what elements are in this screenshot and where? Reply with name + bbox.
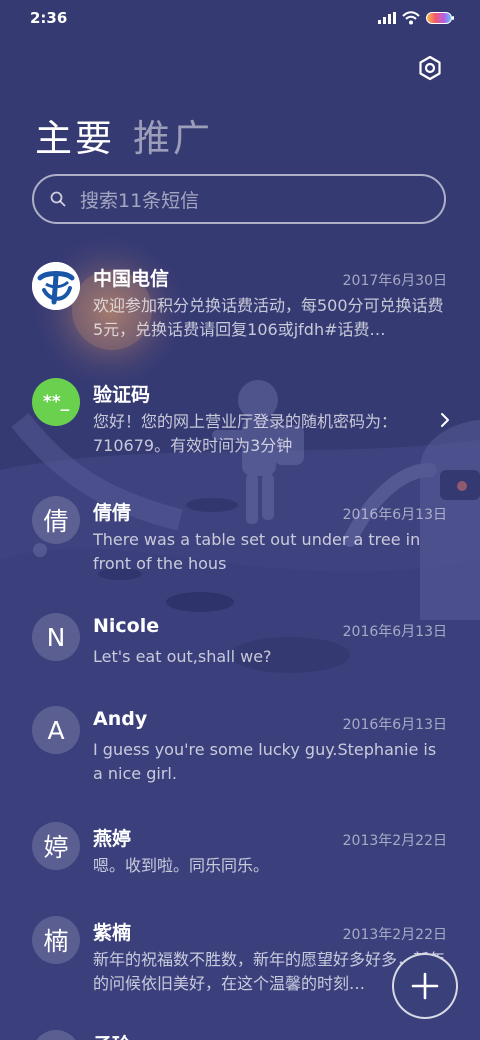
- status-time: 2:36: [30, 9, 68, 27]
- message-row-qianqian[interactable]: 倩 倩倩 2016年6月13日 There was a table set ou…: [0, 490, 480, 586]
- search-placeholder: 搜索11条短信: [80, 189, 200, 212]
- sender-name: 中国电信: [93, 268, 170, 290]
- message-date: 2016年6月13日: [342, 624, 447, 640]
- message-preview: 嗯。收到啦。同乐同乐。: [93, 856, 270, 875]
- chevron-right-icon: [441, 413, 449, 427]
- sender-name: 倩倩: [93, 502, 132, 524]
- avatar-china-telecom: [32, 262, 80, 310]
- sender-name: 验证码: [93, 384, 151, 406]
- status-bar: 2:36: [0, 0, 480, 38]
- message-row-partial[interactable]: 子玲: [0, 1024, 480, 1040]
- message-row-andy[interactable]: A Andy 2016年6月13日 I guess you're some lu…: [0, 700, 480, 796]
- wifi-icon: [402, 11, 420, 25]
- search-input[interactable]: 搜索11条短信: [32, 174, 446, 224]
- avatar-letter: A: [32, 706, 80, 754]
- message-preview: I guess you're some lucky guy.Stephanie …: [93, 740, 437, 783]
- gear-icon: [419, 55, 441, 81]
- status-icons: [378, 11, 454, 25]
- sender-name: Andy: [93, 708, 148, 730]
- message-preview: Let's eat out,shall we?: [93, 647, 272, 666]
- avatar-verification: **_: [32, 378, 80, 426]
- signal-icon: [378, 12, 396, 24]
- sender-name: 紫楠: [93, 922, 132, 944]
- compose-button[interactable]: [392, 953, 458, 1019]
- avatar-letter: [32, 1030, 80, 1040]
- sender-name: Nicole: [93, 615, 160, 637]
- battery-icon: [426, 12, 454, 24]
- message-row-nicole[interactable]: N Nicole 2016年6月13日 Let's eat out,shall …: [0, 607, 480, 687]
- settings-button[interactable]: [414, 52, 446, 84]
- avatar-letter: 倩: [32, 496, 80, 544]
- avatar-letter: N: [32, 613, 80, 661]
- message-date: 2013年2月22日: [342, 833, 447, 849]
- tab-primary[interactable]: 主要: [35, 108, 115, 162]
- message-date: 2016年6月13日: [342, 717, 447, 733]
- china-telecom-logo-icon: [32, 262, 80, 310]
- message-row-china-telecom[interactable]: 中国电信 2017年6月30日 欢迎参加积分兑换话费活动，每500分可兑换话费5…: [0, 256, 480, 356]
- message-preview: 欢迎参加积分兑换话费活动，每500分可兑换话费5元，兑换话费请回复106或jfd…: [93, 296, 444, 339]
- message-date: 2013年2月22日: [342, 927, 447, 943]
- sender-name: 燕婷: [93, 828, 132, 850]
- sender-name: 子玲: [93, 1030, 131, 1040]
- avatar-letter: 楠: [32, 916, 80, 964]
- plus-icon: [411, 972, 439, 1000]
- message-row-yanting[interactable]: 婷 燕婷 2013年2月22日 嗯。收到啦。同乐同乐。: [0, 816, 480, 896]
- avatar-letter: 婷: [32, 822, 80, 870]
- message-date: 2016年6月13日: [342, 507, 447, 523]
- message-date: 2017年6月30日: [342, 273, 447, 289]
- message-row-verification[interactable]: **_ 验证码 您好！您的网上营业厅登录的随机密码为：710679。有效时间为3…: [0, 372, 480, 468]
- search-icon: [50, 191, 66, 207]
- message-preview: There was a table set out under a tree i…: [93, 530, 421, 573]
- message-preview: 您好！您的网上营业厅登录的随机密码为：710679。有效时间为3分钟: [93, 412, 398, 455]
- tab-promotions[interactable]: 推广: [133, 108, 213, 162]
